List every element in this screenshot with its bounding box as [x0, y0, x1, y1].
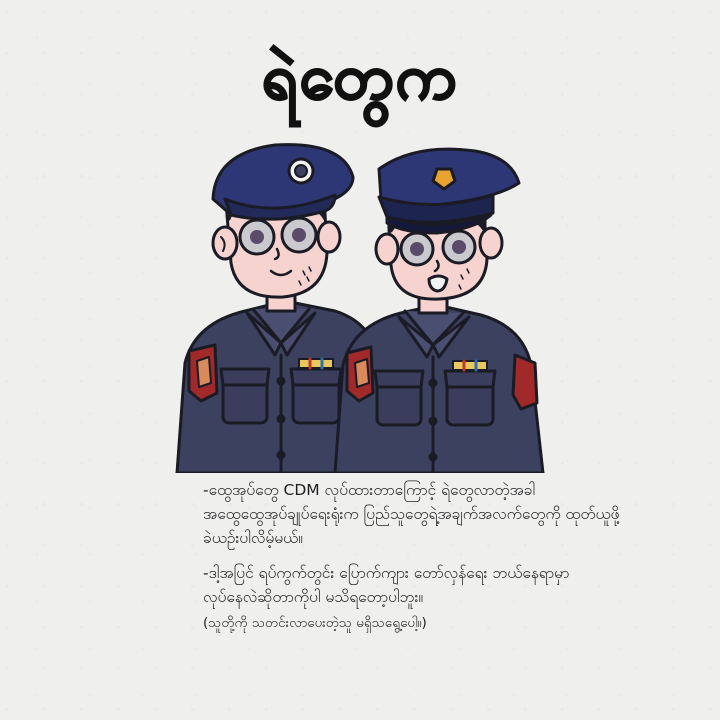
- text-line: လုပ်နေလဲဆိုတာကိုပါ မသိရတော့ပါဘူး။: [203, 588, 424, 606]
- footnote: (သူတို့ကို သတင်းလာပေးတဲ့သူ မရှိသရွေ့ပေါ့…: [203, 615, 427, 631]
- poster: ရဲတွေက -ထွေအုပ်တွေ CDM လုပ်ထားတာကြောင့် …: [0, 0, 720, 720]
- text-line: -ဒါ့အပြင် ရပ်ကွက်တွင်း ပြောက်ကျား တော်လှ…: [203, 564, 570, 582]
- paragraph-cdm: -ထွေအုပ်တွေ CDM လုပ်ထားတာကြောင့် ရဲတွေလာ…: [203, 478, 703, 550]
- paragraph-guerrilla: -ဒါ့အပြင် ရပ်ကွက်တွင်း ပြောက်ကျား တော်လှ…: [203, 561, 703, 635]
- body-text: -ထွေအုပ်တွေ CDM လုပ်ထားတာကြောင့် ရဲတွေလာ…: [203, 478, 703, 646]
- text-line: -ထွေအုပ်တွေ CDM လုပ်ထားတာကြောင့် ရဲတွေလာ…: [203, 481, 536, 499]
- text-line: ခဲယဉ်းပါလိမ့်မယ်။: [203, 529, 303, 547]
- police-officers-illustration: [175, 133, 545, 473]
- text-line: အထွေထွေအုပ်ချုပ်ရေးရုံးက ပြည်သူတွေရဲ့အချ…: [203, 505, 620, 523]
- poster-title: ရဲတွေက: [261, 39, 459, 114]
